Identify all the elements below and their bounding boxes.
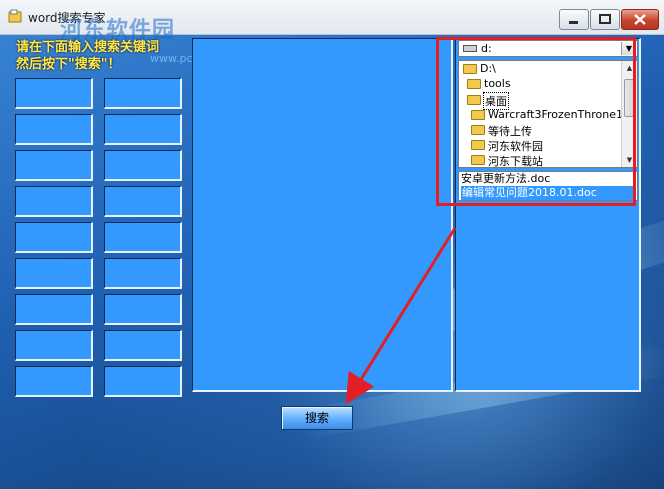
search-button[interactable]: 搜索 xyxy=(281,406,353,430)
app-window: word搜索专家 河东软件园 请在下面输入搜索关键词 然后按下"搜索"！ www… xyxy=(0,0,664,489)
